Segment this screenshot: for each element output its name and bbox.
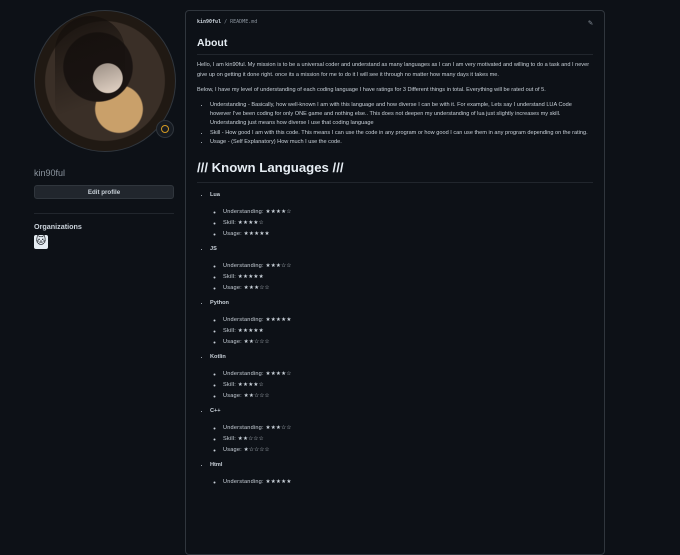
intro-paragraph: Hello, I am kin90ful. My mission is to b… (197, 62, 590, 78)
status-icon (161, 125, 169, 133)
rating-definitions: Understanding - Basically, how well-know… (197, 101, 593, 147)
readme-body: About Hello, I am kin90ful. My mission i… (197, 35, 593, 488)
rating-understanding: Understanding: ★★★☆☆ (223, 424, 593, 433)
definition-usage: Usage - (Self Explanatory) How much I us… (210, 138, 593, 147)
language-item: Kotlin Understanding: ★★★★☆ Skill: ★★★★☆… (210, 353, 593, 401)
language-item: C++ Understanding: ★★★☆☆ Skill: ★★☆☆☆ Us… (210, 407, 593, 455)
language-name: JS (210, 245, 217, 252)
rating-skill: Skill: ★★★★★ (223, 273, 593, 282)
definition-understanding: Understanding - Basically, how well-know… (210, 101, 593, 129)
rating-usage: Usage: ★★★☆☆ (223, 284, 593, 293)
sidebar-divider (34, 213, 174, 214)
language-name: Kotlin (210, 354, 226, 361)
rating-usage: Usage: ★★☆☆☆ (223, 392, 593, 401)
language-name: Python (210, 299, 229, 306)
rating-usage: Usage: ★★★★★ (223, 230, 593, 239)
language-ratings: Understanding: ★★★★☆ Skill: ★★★★☆ Usage:… (210, 370, 593, 401)
profile-sidebar: kin90ful Edit profile Organizations 🐱 (34, 10, 176, 249)
organization-avatar[interactable]: 🐱 (34, 235, 48, 249)
rating-understanding: Understanding: ★★★☆☆ (223, 262, 593, 271)
profile-username: kin90ful (34, 168, 66, 178)
language-item: Lua Understanding: ★★★★☆ Skill: ★★★★☆ Us… (210, 191, 593, 239)
rating-understanding: Understanding: ★★★★★ (223, 316, 593, 325)
languages-list: Lua Understanding: ★★★★☆ Skill: ★★★★☆ Us… (197, 191, 593, 488)
rating-understanding: Understanding: ★★★★☆ (223, 208, 593, 217)
language-ratings: Understanding: ★★★☆☆ Skill: ★★★★★ Usage:… (210, 262, 593, 293)
language-name: Lua (210, 191, 220, 198)
definition-skill: Skill - How good I am with this code. Th… (210, 129, 593, 138)
readme-path-separator: / (224, 19, 228, 25)
readme-path-file[interactable]: README.md (230, 19, 257, 25)
ratings-paragraph: Below, I have my level of understanding … (197, 86, 546, 93)
language-ratings: Understanding: ★★★★★ Skill: ★★★★★ Usage:… (210, 316, 593, 347)
about-heading: About (197, 35, 593, 56)
language-ratings: Understanding: ★★★★☆ Skill: ★★★★☆ Usage:… (210, 208, 593, 239)
language-name: Html (210, 462, 223, 469)
rating-usage: Usage: ★☆☆☆☆ (223, 446, 593, 455)
status-emoji-button[interactable] (156, 120, 174, 138)
rating-skill: Skill: ★★★★★ (223, 327, 593, 336)
rating-skill: Skill: ★★★★☆ (223, 219, 593, 228)
language-ratings: Understanding: ★★★☆☆ Skill: ★★☆☆☆ Usage:… (210, 424, 593, 455)
language-item: JS Understanding: ★★★☆☆ Skill: ★★★★★ Usa… (210, 245, 593, 293)
cat-icon: 🐱 (35, 236, 47, 247)
readme-path: kin90ful / README.md (197, 19, 257, 25)
language-ratings: Understanding: ★★★★★ (210, 478, 593, 487)
readme-card: kin90ful / README.md ✎ About Hello, I am… (185, 10, 605, 555)
rating-understanding: Understanding: ★★★★★ (223, 478, 593, 487)
language-item: Python Understanding: ★★★★★ Skill: ★★★★★… (210, 299, 593, 347)
organizations-heading: Organizations (34, 222, 82, 231)
rating-usage: Usage: ★★☆☆☆ (223, 338, 593, 347)
language-name: C++ (210, 408, 221, 415)
readme-path-user[interactable]: kin90ful (197, 19, 221, 25)
rating-skill: Skill: ★★☆☆☆ (223, 435, 593, 444)
language-item: Html Understanding: ★★★★★ (210, 461, 593, 487)
edit-profile-button[interactable]: Edit profile (34, 185, 174, 199)
rating-understanding: Understanding: ★★★★☆ (223, 370, 593, 379)
readme-header: kin90ful / README.md ✎ (197, 11, 593, 33)
rating-skill: Skill: ★★★★☆ (223, 381, 593, 390)
profile-avatar[interactable] (34, 10, 176, 152)
edit-pencil-icon[interactable]: ✎ (588, 18, 593, 27)
known-languages-heading: /// Known Languages /// (197, 157, 593, 183)
